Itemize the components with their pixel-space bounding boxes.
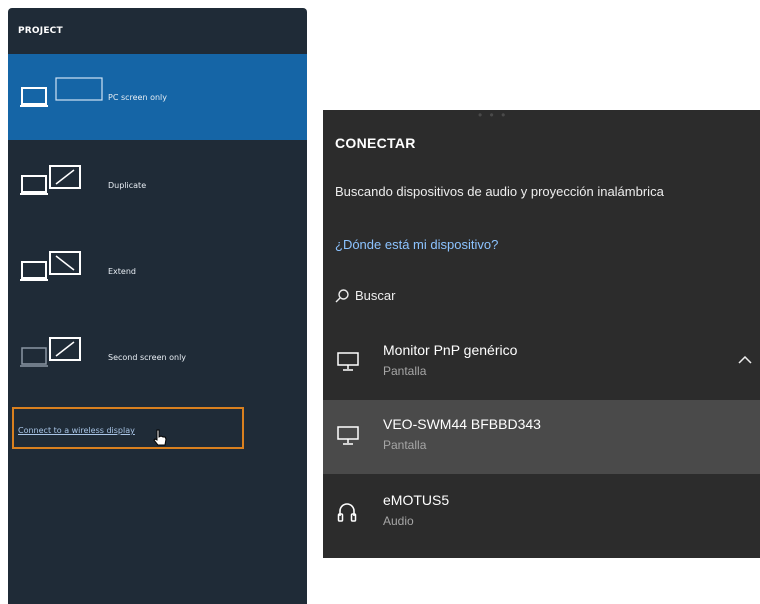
device-name: VEO-SWM44 BFBBD343 xyxy=(383,416,541,432)
hand-cursor-icon xyxy=(153,429,167,446)
headphones-icon xyxy=(337,503,357,522)
connect-title: CONECTAR xyxy=(335,135,416,151)
connect-panel: • • • CONECTAR Buscando dispositivos de … xyxy=(323,108,760,558)
duplicate-icon xyxy=(20,165,81,195)
device-type: Audio xyxy=(383,514,414,528)
pc-screen-only-icon xyxy=(20,77,103,107)
monitor-icon xyxy=(337,352,359,371)
device-type: Pantalla xyxy=(383,438,427,452)
device-name: eMOTUS5 xyxy=(383,492,450,508)
monitor-icon xyxy=(337,426,359,445)
project-panel: PROJECT PC screen only Duplicate Extend xyxy=(8,8,307,604)
where-is-my-device-link[interactable]: ¿Dónde está mi dispositivo? xyxy=(335,237,498,252)
search-icon xyxy=(335,288,349,302)
search-status-text: Buscando dispositivos de audio y proyecc… xyxy=(335,184,664,199)
search-label: Buscar xyxy=(355,288,396,303)
chevron-up-icon[interactable] xyxy=(738,356,752,364)
project-title: PROJECT xyxy=(18,26,63,36)
mode-second-screen-only[interactable]: Second screen only xyxy=(8,314,307,400)
device-type: Pantalla xyxy=(383,364,427,378)
drag-dots-icon: • • • xyxy=(478,108,508,122)
device-item[interactable]: Monitor PnP genérico Pantalla xyxy=(323,326,760,400)
mode-label: PC screen only xyxy=(108,92,168,102)
device-name: Monitor PnP genérico xyxy=(383,342,518,358)
mode-extend[interactable]: Extend xyxy=(8,228,307,314)
second-screen-only-icon xyxy=(20,337,81,367)
mode-duplicate[interactable]: Duplicate xyxy=(8,142,307,228)
device-item[interactable]: VEO-SWM44 BFBBD343 Pantalla xyxy=(323,400,760,474)
mode-label: Extend xyxy=(108,266,136,276)
device-item[interactable]: eMOTUS5 Audio xyxy=(323,476,760,550)
search-field[interactable]: Buscar xyxy=(335,288,395,303)
extend-icon xyxy=(20,251,81,281)
mode-label: Second screen only xyxy=(108,352,187,362)
mode-pc-screen-only[interactable]: PC screen only xyxy=(8,54,307,140)
connect-wireless-display-link[interactable]: Connect to a wireless display xyxy=(18,426,135,435)
mode-label: Duplicate xyxy=(108,180,147,190)
